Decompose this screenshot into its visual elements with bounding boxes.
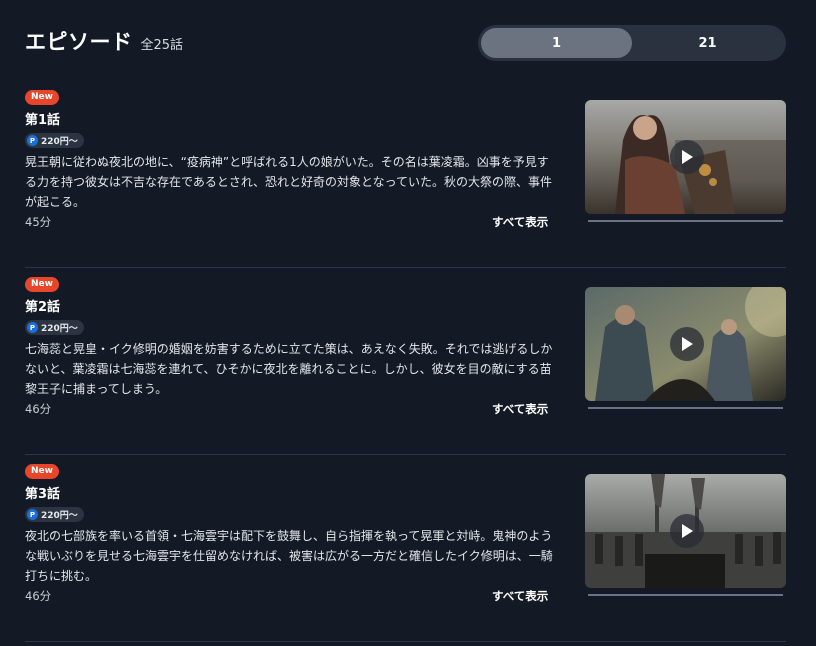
new-badge: New [25,464,59,479]
episode-thumbnail[interactable] [585,474,786,588]
watch-progress-bar [588,594,783,596]
episode-header: エピソード 全25話 [25,26,183,56]
show-all-button[interactable]: すべて表示 [492,214,548,230]
episode-duration: 45分 [25,215,52,229]
point-icon: P [27,509,38,520]
episode-duration: 46分 [25,402,52,416]
play-icon[interactable] [670,327,704,361]
new-badge: New [25,90,59,105]
episode-title[interactable]: 第2話 [25,296,60,315]
episode-item: New 第1話 P 220円〜 晃王朝に従わぬ夜北の地に、“疫病神”と呼ばれる1… [25,81,786,268]
episode-title[interactable]: 第1話 [25,109,60,128]
price-badge: P 220円〜 [25,507,84,522]
episode-item: New 第2話 P 220円〜 七海蕊と晃皇・イク修明の婚姻を妨害するために立て… [25,268,786,455]
play-icon[interactable] [670,140,704,174]
price-label: 220円〜 [41,324,78,334]
play-icon[interactable] [670,514,704,548]
page-title: エピソード [25,30,133,54]
episode-description: 七海蕊と晃皇・イク修明の婚姻を妨害するために立てた策は、あえなく失敗。それでは逃… [25,342,553,396]
episode-page: エピソード 全25話 1 21 New 第1話 P 220円〜 晃王朝に従わぬ夜… [0,0,816,646]
point-icon: P [27,322,38,333]
episode-title[interactable]: 第3話 [25,483,60,502]
watch-progress-bar [588,220,783,222]
price-badge: P 220円〜 [25,133,84,148]
new-badge: New [25,277,59,292]
episode-item: New 第3話 P 220円〜 夜北の七部族を率いる首領・七海雲宇は配下を鼓舞し… [25,455,786,642]
episode-description: 夜北の七部族を率いる首領・七海雲宇は配下を鼓舞し、自ら指揮を執って晃軍と対峙。鬼… [25,529,553,583]
episode-list: New 第1話 P 220円〜 晃王朝に従わぬ夜北の地に、“疫病神”と呼ばれる1… [25,81,786,642]
episode-range-pager: 1 21 [478,25,786,61]
price-label: 220円〜 [41,137,78,147]
pager-tab-1[interactable]: 1 [481,28,632,58]
price-badge: P 220円〜 [25,320,84,335]
episode-duration: 46分 [25,589,52,603]
price-label: 220円〜 [41,511,78,521]
pager-tab-21[interactable]: 21 [632,28,783,58]
episode-thumbnail[interactable] [585,287,786,401]
point-icon: P [27,135,38,146]
show-all-button[interactable]: すべて表示 [492,588,548,604]
episode-thumbnail[interactable] [585,100,786,214]
episode-description: 晃王朝に従わぬ夜北の地に、“疫病神”と呼ばれる1人の娘がいた。その名は葉凌霜。凶… [25,155,553,209]
watch-progress-bar [588,407,783,409]
episode-count: 全25話 [140,38,184,53]
show-all-button[interactable]: すべて表示 [492,401,548,417]
